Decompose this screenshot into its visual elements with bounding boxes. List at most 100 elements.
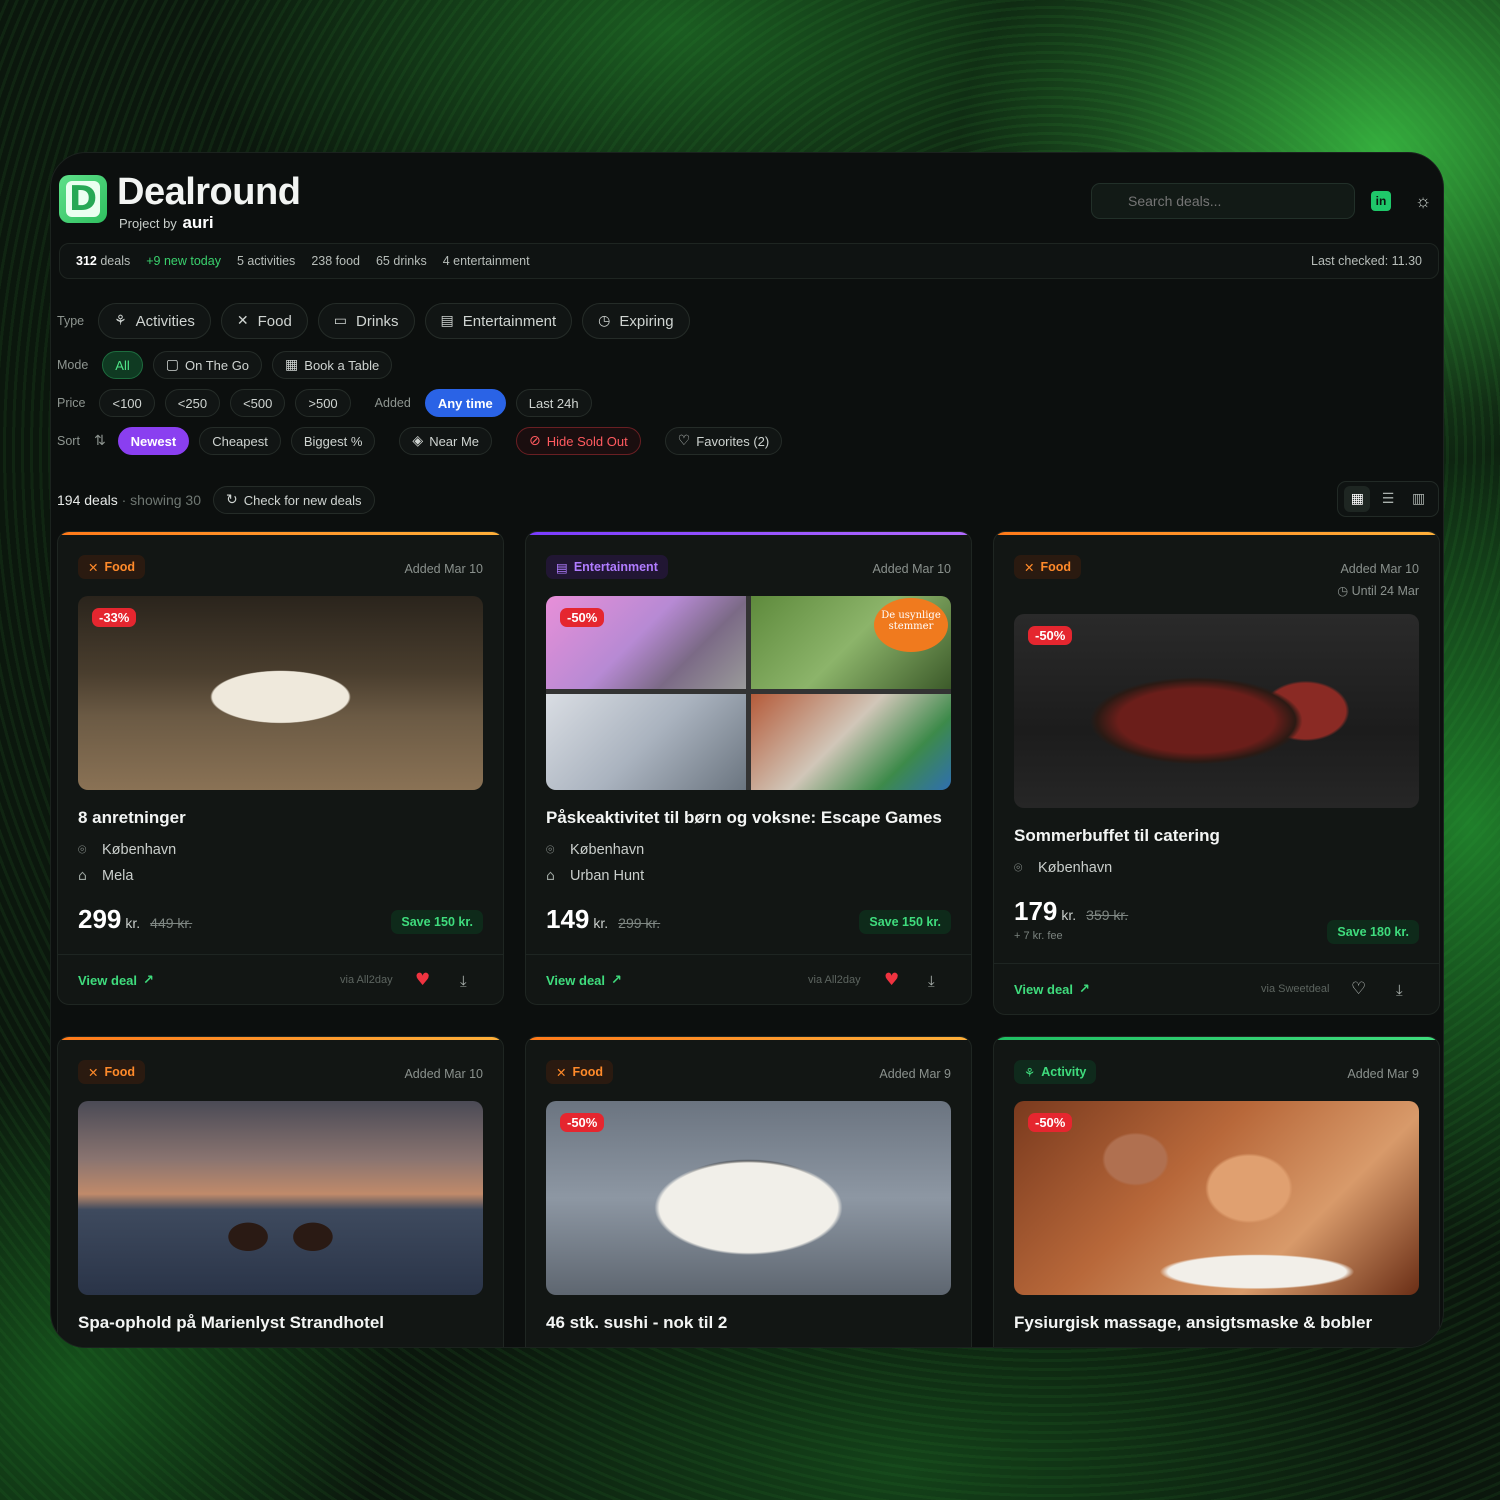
deal-title[interactable]: Sommerbuffet til catering xyxy=(1014,826,1220,846)
type-activities-chip[interactable]: ⚘ Activities xyxy=(98,303,211,339)
deal-card[interactable]: ▤ Entertainment Added Mar 10 De usynlige … xyxy=(525,531,972,1005)
clapperboard-icon: ▤ xyxy=(556,560,568,575)
view-deal-link[interactable]: View deal ↗ xyxy=(1014,981,1090,997)
added-label: Added xyxy=(374,396,411,410)
price-filter-row: Price <100 <250 <500 >500 Added Any time… xyxy=(57,389,592,417)
favorite-heart-icon[interactable]: ♥ xyxy=(884,970,899,990)
linkedin-icon[interactable]: in xyxy=(1371,191,1391,211)
favorites-chip[interactable]: ♡ Favorites (2) xyxy=(664,427,783,455)
deal-venue: ⌂ Urban Hunt xyxy=(546,868,644,884)
mode-filter-row: Mode All ▢ On The Go ▦ Book a Table xyxy=(57,351,393,379)
sort-biggest-pct-chip[interactable]: Biggest % xyxy=(290,427,376,455)
deal-image[interactable]: De usynlige stemmer -50% xyxy=(546,596,951,790)
mode-label: Mode xyxy=(57,358,89,372)
deal-card[interactable]: ✕ Food Added Mar 10 Spa-ophold på Marienl… xyxy=(57,1036,504,1347)
price-value: 149 xyxy=(546,904,590,934)
deal-image[interactable]: -33% xyxy=(78,596,483,790)
cup-icon: ▭ xyxy=(333,313,348,329)
mode-on-the-go-chip[interactable]: ▢ On The Go xyxy=(152,351,263,379)
price-gt-500-chip[interactable]: >500 xyxy=(295,389,351,417)
category-badge: ⚘ Activity xyxy=(1014,1060,1097,1084)
store-icon: ⌂ xyxy=(78,868,87,884)
deal-title[interactable]: Påskeaktivitet til børn og voksne: Escap… xyxy=(546,808,942,828)
near-me-chip[interactable]: ◈ Near Me xyxy=(399,427,493,455)
favorite-heart-outline-icon[interactable]: ♡ xyxy=(1351,979,1366,999)
category-badge: ✕ Food xyxy=(78,555,146,579)
external-link-icon: ↗ xyxy=(611,972,622,987)
price-value: 299 xyxy=(78,904,122,934)
added-any-time-chip[interactable]: Any time xyxy=(424,389,506,417)
type-food-chip[interactable]: ✕ Food xyxy=(220,303,308,339)
deal-title[interactable]: Fysiurgisk massage, ansigtsmaske & boble… xyxy=(1014,1313,1372,1333)
theme-toggle-sun-icon[interactable]: ☼ xyxy=(1411,189,1435,213)
utensils-icon: ✕ xyxy=(556,1065,567,1080)
sort-newest-chip[interactable]: Newest xyxy=(117,427,190,455)
chip-label: Cheapest xyxy=(212,433,268,449)
clapperboard-icon: ▤ xyxy=(440,313,454,329)
download-icon[interactable]: ⤓ xyxy=(460,972,467,990)
check-new-deals-button[interactable]: ↻ Check for new deals xyxy=(213,486,375,514)
chip-label: Biggest % xyxy=(303,433,363,449)
deal-image[interactable]: -50% xyxy=(546,1101,951,1295)
stat-entertainment: 4 entertainment xyxy=(442,254,530,268)
added-date: Added Mar 9 xyxy=(879,1067,951,1081)
favorite-heart-icon[interactable]: ♥ xyxy=(415,970,430,990)
sort-cheapest-chip[interactable]: Cheapest xyxy=(199,427,281,455)
type-entertainment-chip[interactable]: ▤ Entertainment xyxy=(424,303,573,339)
logo[interactable]: D xyxy=(59,175,107,223)
price-currency: kr. xyxy=(125,915,141,931)
view-deal-link[interactable]: View deal ↗ xyxy=(78,972,154,988)
stat-food: 238 food xyxy=(311,254,360,268)
utensils-icon: ✕ xyxy=(1024,560,1035,575)
chip-label: Favorites (2) xyxy=(696,433,770,449)
location-text: København xyxy=(570,842,645,858)
download-icon[interactable]: ⤓ xyxy=(928,972,935,990)
view-deal-label: View deal xyxy=(1014,981,1074,997)
map-view-icon[interactable]: ▥ xyxy=(1406,486,1432,512)
list-view-icon[interactable]: ☰ xyxy=(1375,486,1401,512)
venue-text: Mela xyxy=(102,868,134,884)
byline: Project by auri xyxy=(119,213,214,233)
hide-sold-out-chip[interactable]: ⊘ Hide Sold Out xyxy=(516,427,641,455)
grid-view-icon[interactable]: ▦ xyxy=(1344,486,1371,512)
deals-found: 194 deals xyxy=(57,492,118,508)
deal-title[interactable]: 8 anretninger xyxy=(78,808,186,828)
deal-image[interactable]: -50% xyxy=(1014,614,1419,808)
added-last-24h-chip[interactable]: Last 24h xyxy=(515,389,592,417)
deal-title[interactable]: Spa-ophold på Marienlyst Strandhotel xyxy=(78,1313,384,1333)
view-deal-link[interactable]: View deal ↗ xyxy=(546,972,622,988)
view-deal-label: View deal xyxy=(546,972,606,988)
price-lt-100-chip[interactable]: <100 xyxy=(99,389,155,417)
view-deal-label: View deal xyxy=(78,972,138,988)
sort-direction-icon[interactable]: ⇅ xyxy=(94,433,106,449)
app-window: D Dealround Project by auri in ☼ 312 dea… xyxy=(50,152,1444,1348)
deal-image[interactable]: -50% xyxy=(1014,1101,1419,1295)
deal-title[interactable]: 46 stk. sushi - nok til 2 xyxy=(546,1313,727,1333)
category-badge: ✕ Food xyxy=(1014,555,1082,579)
discount-badge: -33% xyxy=(92,608,137,627)
deal-card[interactable]: ✕ Food Added Mar 10 ◷ Until 24 Mar -50% S… xyxy=(993,531,1440,1015)
deal-card[interactable]: ✕ Food Added Mar 10 -33% 8 anretninger ⌾ K… xyxy=(57,531,504,1005)
search-box[interactable] xyxy=(1091,183,1355,219)
deal-image[interactable] xyxy=(78,1101,483,1295)
chip-label: <100 xyxy=(112,395,142,411)
deals-total: 312 deals xyxy=(76,254,130,268)
type-drinks-chip[interactable]: ▭ Drinks xyxy=(317,303,415,339)
type-expiring-chip[interactable]: ◷ Expiring xyxy=(582,303,690,339)
new-today: +9 new today xyxy=(146,254,221,268)
chip-label: Activities xyxy=(135,312,195,330)
expiry-date: ◷ Until 24 Mar xyxy=(1337,583,1419,598)
mode-all-chip[interactable]: All xyxy=(102,351,143,379)
deal-card[interactable]: ⚘ Activity Added Mar 9 -50% Fysiurgisk ma… xyxy=(993,1036,1440,1347)
chip-label: Any time xyxy=(437,395,493,411)
price-lt-250-chip[interactable]: <250 xyxy=(164,389,221,417)
location-text: København xyxy=(1038,860,1113,876)
external-link-icon: ↗ xyxy=(143,972,154,987)
deal-card[interactable]: ✕ Food Added Mar 9 -50% 46 stk. sushi - n… xyxy=(525,1036,972,1347)
added-date: Added Mar 10 xyxy=(1340,562,1419,576)
category-label: Food xyxy=(104,560,136,574)
search-input[interactable] xyxy=(1128,193,1318,209)
mode-book-a-table-chip[interactable]: ▦ Book a Table xyxy=(272,351,393,379)
price-lt-500-chip[interactable]: <500 xyxy=(230,389,286,417)
download-icon[interactable]: ⤓ xyxy=(1396,981,1403,999)
